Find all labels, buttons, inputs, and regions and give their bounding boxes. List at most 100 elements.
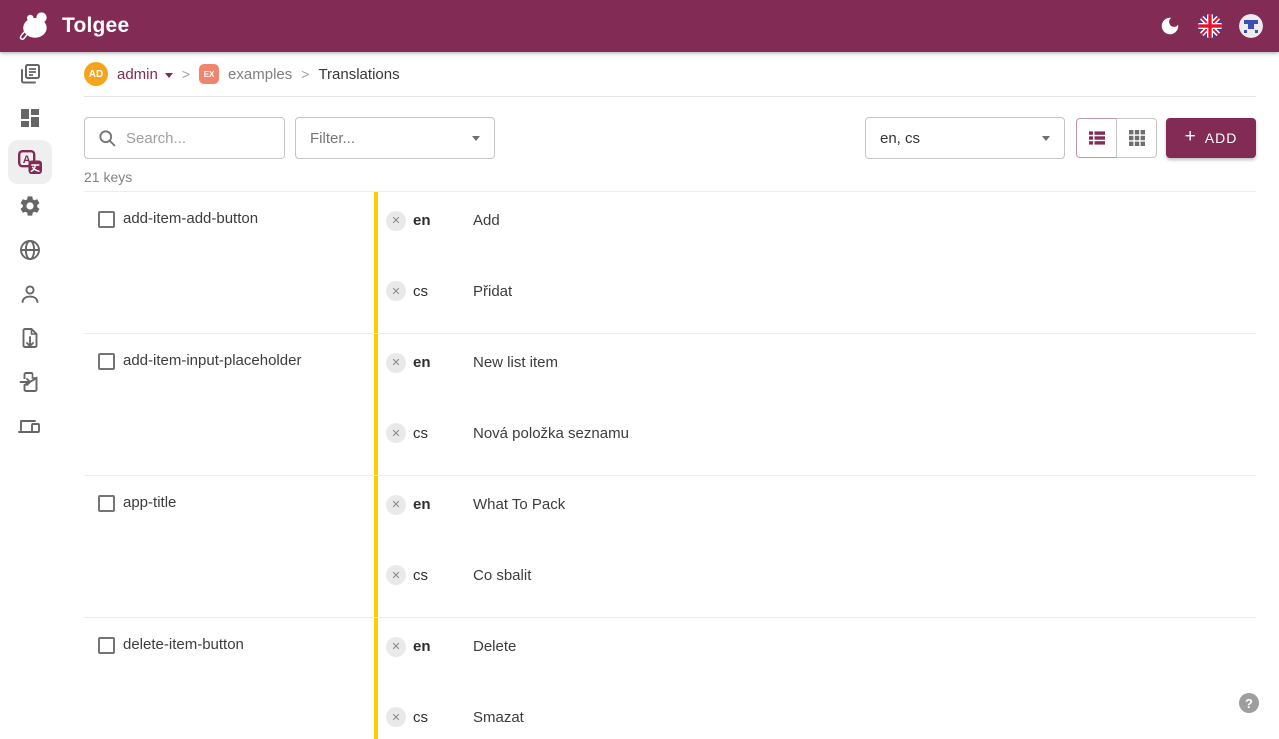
translation-cell[interactable]: ✕ en Add — [378, 192, 1256, 263]
projects-icon — [18, 62, 42, 86]
breadcrumb-separator: > — [301, 66, 310, 82]
translation-text: Delete — [473, 638, 517, 656]
keys-count: 21 keys — [84, 169, 133, 185]
plus-icon: + — [1184, 126, 1197, 147]
help-button[interactable]: ? — [1239, 693, 1259, 713]
translation-state-x-icon[interactable]: ✕ — [386, 352, 406, 373]
translation-state-x-icon[interactable]: ✕ — [386, 494, 406, 515]
breadcrumb-separator: > — [181, 66, 191, 82]
devices-icon — [17, 413, 43, 439]
language-flag-icon[interactable] — [1198, 14, 1222, 38]
translation-text: What To Pack — [473, 496, 566, 514]
grid-view-button[interactable] — [1116, 118, 1157, 158]
list-view-button[interactable] — [1076, 118, 1117, 158]
translation-state-x-icon[interactable]: ✕ — [386, 636, 406, 657]
translation-state-x-icon[interactable]: ✕ — [386, 565, 406, 586]
language-code: en — [413, 354, 431, 372]
sidebar-item-import[interactable] — [8, 360, 52, 404]
translation-text: Add — [473, 212, 500, 230]
chevron-down-icon — [1042, 135, 1050, 141]
languages-select-value: en, cs — [880, 129, 921, 147]
translation-text: Přidat — [473, 282, 513, 300]
tolgee-mouse-logo[interactable] — [16, 10, 52, 42]
sidebar-item-export[interactable] — [8, 316, 52, 360]
table-row: add-item-input-placeholder ✕ en New list… — [84, 334, 1256, 476]
table-row: add-item-add-button ✕ en Add ✕ cs Přidat — [84, 192, 1256, 334]
app-bar: Tolgee — [0, 0, 1279, 52]
language-code: cs — [413, 566, 428, 584]
project-menu-sidebar: A — [0, 52, 60, 739]
translations-cell-group: ✕ en What To Pack ✕ cs Co sbalit — [374, 476, 1256, 617]
search-input[interactable] — [126, 129, 256, 147]
language-code: cs — [413, 424, 428, 442]
language-code: en — [413, 496, 431, 514]
search-icon — [97, 128, 117, 148]
row-checkbox[interactable] — [98, 495, 115, 512]
search-input-wrapper — [84, 117, 285, 159]
translation-cell[interactable]: ✕ cs Nová položka seznamu — [378, 405, 1256, 476]
gear-icon — [18, 194, 42, 218]
sidebar-item-languages[interactable] — [8, 228, 52, 272]
row-checkbox[interactable] — [98, 353, 115, 370]
translation-cell[interactable]: ✕ en What To Pack — [378, 476, 1256, 547]
key-name[interactable]: app-title — [123, 476, 374, 617]
person-icon — [18, 282, 42, 306]
row-checkbox[interactable] — [98, 637, 115, 654]
grid-view-icon — [1127, 128, 1147, 148]
export-icon — [18, 326, 42, 350]
translation-state-x-icon[interactable]: ✕ — [386, 707, 406, 728]
list-view-icon — [1087, 128, 1107, 148]
translation-state-x-icon[interactable]: ✕ — [386, 281, 406, 302]
chevron-down-icon — [164, 72, 173, 78]
key-name[interactable]: delete-item-button — [123, 618, 374, 739]
dark-mode-moon-icon[interactable] — [1159, 15, 1181, 37]
language-code: cs — [413, 708, 428, 726]
translation-cell[interactable]: ✕ cs Co sbalit — [378, 547, 1256, 618]
translation-text: New list item — [473, 354, 559, 372]
table-row: app-title ✕ en What To Pack ✕ cs Co sbal… — [84, 476, 1256, 618]
filter-select[interactable]: Filter... — [295, 117, 495, 159]
sidebar-item-settings[interactable] — [8, 184, 52, 228]
org-avatar[interactable]: AD — [84, 62, 108, 86]
translation-text: Co sbalit — [473, 566, 532, 584]
table-row: delete-item-button ✕ en Delete ✕ cs Smaz… — [84, 618, 1256, 739]
question-mark-icon: ? — [1245, 695, 1253, 711]
sidebar-item-integrate[interactable] — [8, 404, 52, 448]
translation-state-x-icon[interactable]: ✕ — [386, 423, 406, 444]
translation-text: Nová položka seznamu — [473, 424, 629, 442]
chevron-down-icon — [472, 135, 480, 141]
translation-cell[interactable]: ✕ cs Smazat — [378, 689, 1256, 739]
language-code: cs — [413, 282, 428, 300]
translation-state-x-icon[interactable]: ✕ — [386, 210, 406, 231]
sidebar-item-members[interactable] — [8, 272, 52, 316]
translation-cell[interactable]: ✕ en Delete — [378, 618, 1256, 689]
breadcrumb-org-label: admin — [117, 65, 158, 83]
sidebar-item-dashboard[interactable] — [8, 96, 52, 140]
app-title[interactable]: Tolgee — [62, 14, 129, 38]
translations-icon: A — [17, 149, 44, 176]
breadcrumb: AD admin > EX examples > Translations — [84, 52, 1256, 97]
language-code: en — [413, 638, 431, 656]
key-name[interactable]: add-item-add-button — [123, 192, 374, 333]
view-toggle-group — [1076, 118, 1157, 158]
translations-cell-group: ✕ en Add ✕ cs Přidat — [374, 192, 1256, 333]
languages-select[interactable]: en, cs — [865, 117, 1065, 159]
translations-cell-group: ✕ en Delete ✕ cs Smazat — [374, 618, 1256, 739]
add-key-button[interactable]: + ADD — [1166, 118, 1256, 158]
sidebar-item-projects[interactable] — [8, 52, 52, 96]
add-key-button-label: ADD — [1204, 130, 1238, 146]
translation-cell[interactable]: ✕ en New list item — [378, 334, 1256, 405]
breadcrumb-project-label[interactable]: examples — [228, 66, 292, 83]
translation-cell[interactable]: ✕ cs Přidat — [378, 263, 1256, 334]
filter-select-value: Filter... — [310, 129, 356, 147]
appbar-actions — [1159, 14, 1263, 38]
key-name[interactable]: add-item-input-placeholder — [123, 334, 374, 475]
sidebar-item-translations[interactable]: A — [8, 140, 52, 184]
row-checkbox[interactable] — [98, 211, 115, 228]
user-avatar[interactable] — [1239, 14, 1263, 38]
globe-icon — [18, 238, 42, 262]
project-avatar[interactable]: EX — [199, 64, 220, 84]
import-icon — [18, 370, 42, 394]
language-code: en — [413, 212, 431, 230]
breadcrumb-org-menu[interactable]: admin — [117, 66, 173, 83]
